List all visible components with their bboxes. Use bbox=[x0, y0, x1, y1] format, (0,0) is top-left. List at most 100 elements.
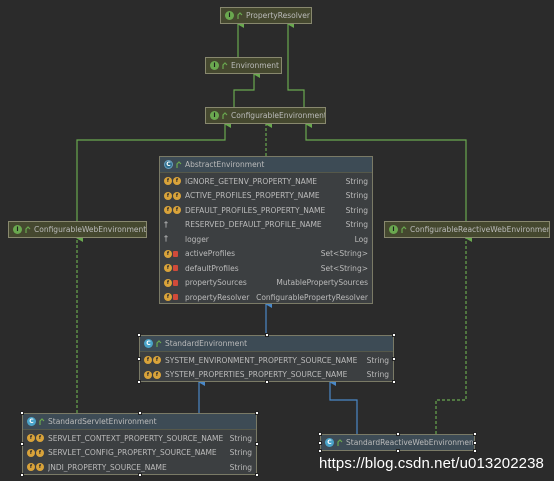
field-row[interactable]: f f IGNORE_GETENV_PROPERTY_NAME String bbox=[160, 174, 372, 189]
field-name: RESERVED_DEFAULT_PROFILE_NAME bbox=[185, 220, 322, 230]
public-visibility-icon bbox=[156, 339, 162, 348]
public-visibility-icon bbox=[25, 225, 31, 234]
selection-handle[interactable] bbox=[20, 473, 24, 477]
field-row[interactable]: f propertyResolver ConfigurablePropertyRes… bbox=[160, 290, 372, 303]
field-type: String bbox=[345, 205, 368, 215]
selection-handle[interactable] bbox=[473, 440, 477, 445]
node-fields: f f SYSTEM_ENVIRONMENT_PROPERTY_SOURCE_NAM… bbox=[140, 351, 393, 381]
uml-node-abstract-environment[interactable]: C AbstractEnvironment f f IGNORE_GETENV_PROP… bbox=[159, 156, 373, 304]
field-name: SERVLET_CONFIG_PROPERTY_SOURCE_NAME bbox=[48, 448, 217, 458]
field-protected-final-icon: † bbox=[164, 234, 168, 244]
field-row[interactable]: f f SERVLET_CONTEXT_PROPERTY_SOURCE_NAME St… bbox=[23, 431, 256, 446]
selection-handle[interactable] bbox=[255, 473, 259, 477]
uml-node-property-resolver[interactable]: I PropertyResolver bbox=[220, 7, 312, 24]
field-row[interactable]: f f ACTIVE_PROFILES_PROPERTY_NAME String bbox=[160, 189, 372, 204]
field-row[interactable]: f f DEFAULT_PROFILES_PROPERTY_NAME String bbox=[160, 203, 372, 218]
field-row[interactable]: f activeProfiles Set<String> bbox=[160, 247, 372, 262]
edge-configurable-environment-to-environment bbox=[233, 70, 260, 107]
node-header: C StandardEnvironment bbox=[140, 336, 393, 351]
interface-icon: I bbox=[210, 61, 219, 70]
field-name: IGNORE_GETENV_PROPERTY_NAME bbox=[185, 176, 318, 186]
field-public-static-final-icon: ff bbox=[164, 191, 182, 200]
field-public-static-final-icon: ff bbox=[144, 370, 162, 379]
abstract-class-icon: C bbox=[164, 160, 173, 169]
selection-handle[interactable] bbox=[264, 333, 269, 337]
class-icon: C bbox=[27, 417, 36, 426]
watermark: https://blog.csdn.net/u013202238 bbox=[318, 455, 544, 472]
selection-handle[interactable] bbox=[20, 442, 24, 446]
selection-handle[interactable] bbox=[137, 380, 141, 384]
node-header: I ConfigurableReactiveWebEnvironment bbox=[385, 222, 549, 237]
field-type: String bbox=[229, 433, 252, 443]
selection-handle[interactable] bbox=[473, 432, 477, 436]
class-icon: C bbox=[144, 339, 153, 348]
field-type: String bbox=[366, 355, 389, 365]
field-name: ACTIVE_PROFILES_PROPERTY_NAME bbox=[185, 191, 320, 201]
field-name: propertyResolver bbox=[185, 292, 250, 302]
field-name: DEFAULT_PROFILES_PROPERTY_NAME bbox=[185, 205, 326, 215]
field-name: defaultProfiles bbox=[185, 263, 239, 273]
field-row[interactable]: f propertySources MutablePropertySources bbox=[160, 276, 372, 291]
uml-node-configurable-reactive-web-environment[interactable]: I ConfigurableReactiveWebEnvironment bbox=[384, 221, 550, 238]
selection-handle[interactable] bbox=[137, 411, 142, 415]
field-type: String bbox=[229, 462, 252, 472]
public-visibility-icon bbox=[176, 160, 182, 169]
field-type: String bbox=[229, 448, 252, 458]
field-public-static-final-icon: ff bbox=[27, 463, 45, 472]
node-title: ConfigurableWebEnvironment bbox=[34, 225, 147, 234]
selection-handle[interactable] bbox=[20, 411, 24, 415]
field-private-final-icon: f bbox=[164, 278, 182, 287]
uml-diagram-canvas: I PropertyResolver I Environment I Configurab… bbox=[0, 0, 554, 481]
node-header: I PropertyResolver bbox=[221, 8, 311, 23]
field-type: String bbox=[366, 370, 389, 380]
field-private-final-icon: f bbox=[164, 293, 182, 302]
uml-node-standard-servlet-environment[interactable]: C StandardServletEnvironment f f SERVLET_CON… bbox=[22, 413, 257, 475]
uml-node-environment[interactable]: I Environment bbox=[205, 57, 282, 74]
selection-handle[interactable] bbox=[318, 440, 322, 445]
node-title: Environment bbox=[231, 61, 279, 70]
node-header: I ConfigurableEnvironment bbox=[206, 108, 325, 123]
field-row[interactable]: f f SERVLET_CONFIG_PROPERTY_SOURCE_NAME Str… bbox=[23, 446, 256, 461]
selection-handle[interactable] bbox=[392, 356, 396, 361]
uml-node-configurable-web-environment[interactable]: I ConfigurableWebEnvironment bbox=[8, 221, 147, 238]
selection-handle[interactable] bbox=[137, 356, 141, 361]
field-row[interactable]: † logger Log bbox=[160, 232, 372, 247]
field-public-static-final-icon: ff bbox=[27, 434, 45, 443]
field-name: SYSTEM_ENVIRONMENT_PROPERTY_SOURCE_NAME bbox=[165, 355, 358, 365]
node-fields: f f IGNORE_GETENV_PROPERTY_NAME String f f ACT… bbox=[160, 172, 372, 303]
field-public-static-final-icon: ff bbox=[164, 206, 182, 215]
field-name: SERVLET_CONTEXT_PROPERTY_SOURCE_NAME bbox=[48, 433, 224, 443]
selection-handle[interactable] bbox=[395, 449, 400, 453]
node-title: StandardReactiveWebEnvironment bbox=[346, 438, 475, 447]
selection-handle[interactable] bbox=[392, 380, 396, 384]
node-fields: f f SERVLET_CONTEXT_PROPERTY_SOURCE_NAME St… bbox=[23, 429, 256, 474]
field-type: ConfigurablePropertyResolver bbox=[256, 292, 368, 302]
selection-handle[interactable] bbox=[318, 432, 322, 436]
selection-handle[interactable] bbox=[137, 333, 141, 337]
edge-configurable-environment-to-property-resolver bbox=[287, 20, 305, 107]
selection-handle[interactable] bbox=[473, 449, 477, 453]
field-row[interactable]: f f SYSTEM_ENVIRONMENT_PROPERTY_SOURCE_NAM… bbox=[140, 353, 393, 368]
selection-handle[interactable] bbox=[137, 473, 142, 477]
uml-node-configurable-environment[interactable]: I ConfigurableEnvironment bbox=[205, 107, 326, 124]
field-type: Set<String> bbox=[320, 263, 368, 273]
selection-handle[interactable] bbox=[255, 411, 259, 415]
field-row[interactable]: † RESERVED_DEFAULT_PROFILE_NAME String bbox=[160, 218, 372, 233]
node-title: StandardEnvironment bbox=[165, 339, 248, 348]
field-row[interactable]: f defaultProfiles Set<String> bbox=[160, 261, 372, 276]
selection-handle[interactable] bbox=[395, 432, 400, 436]
edge-standard-reactive-web-environment-to-configurable-reactive-web-environment bbox=[435, 234, 472, 434]
field-type: String bbox=[345, 220, 368, 230]
interface-icon: I bbox=[225, 11, 234, 20]
edge-standard-reactive-web-environment-to-standard-environment bbox=[329, 378, 358, 434]
field-name: activeProfiles bbox=[185, 249, 236, 259]
selection-handle[interactable] bbox=[255, 442, 259, 446]
public-visibility-icon bbox=[222, 111, 228, 120]
uml-node-standard-environment[interactable]: C StandardEnvironment f f SYSTEM_ENVIRONMENT… bbox=[139, 335, 394, 382]
field-name: logger bbox=[185, 234, 209, 244]
selection-handle[interactable] bbox=[318, 449, 322, 453]
selection-handle[interactable] bbox=[264, 380, 269, 384]
field-private-final-icon: f bbox=[164, 264, 182, 273]
node-header: I ConfigurableWebEnvironment bbox=[9, 222, 146, 237]
selection-handle[interactable] bbox=[392, 333, 396, 337]
